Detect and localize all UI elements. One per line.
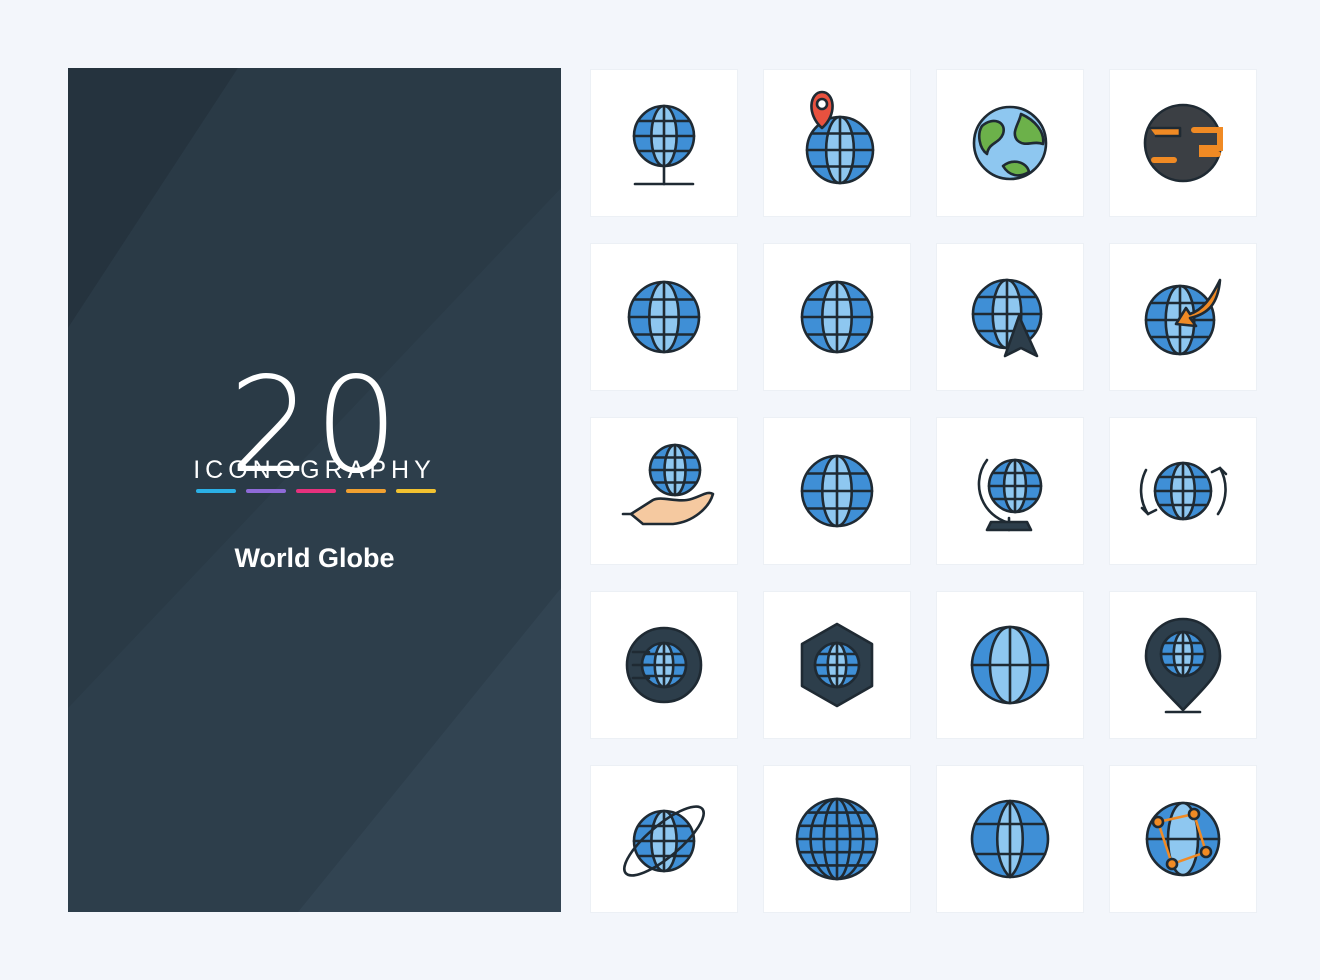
network-globe-icon [1145, 801, 1221, 877]
brand-label: ICONOGRAPHY [193, 456, 436, 484]
color-bar [396, 489, 436, 493]
meridian-globe-icon [970, 625, 1050, 705]
icon-tile[interactable] [937, 244, 1083, 390]
color-bar [346, 489, 386, 493]
earth-continents-icon [972, 105, 1048, 181]
icon-tile[interactable] [591, 766, 737, 912]
globe-hexagon-badge-icon [800, 622, 874, 708]
dense-grid-globe-icon [795, 797, 879, 881]
icon-tile[interactable] [764, 418, 910, 564]
globe-location-pin-icon [805, 90, 875, 185]
icon-tile[interactable] [937, 70, 1083, 216]
globe-map-pin-icon [1144, 617, 1222, 714]
icon-tile[interactable] [1110, 70, 1256, 216]
globe-orbit-icon [623, 805, 705, 877]
icon-tile[interactable] [591, 244, 737, 390]
globe-on-stand-icon [632, 104, 696, 186]
globe-arrow-icon [1144, 278, 1222, 356]
color-bar [296, 489, 336, 493]
icon-tile[interactable] [764, 70, 910, 216]
rotate-globe-icon [1139, 461, 1228, 521]
icon-tile[interactable] [591, 418, 737, 564]
icon-tile[interactable] [1110, 244, 1256, 390]
color-bars [196, 489, 436, 493]
icon-tile[interactable] [764, 592, 910, 738]
globe-navigation-arrow-icon [971, 278, 1043, 358]
icon-tile[interactable] [937, 592, 1083, 738]
icon-tile[interactable] [1110, 766, 1256, 912]
planet-icon [1143, 103, 1223, 183]
icon-tile[interactable] [1110, 592, 1256, 738]
color-bar [196, 489, 236, 493]
globe-in-hand-icon [621, 443, 715, 526]
icon-tile[interactable] [937, 766, 1083, 912]
icon-tile[interactable] [591, 592, 737, 738]
simple-globe-icon [970, 799, 1050, 879]
grid-globe-icon [800, 280, 874, 354]
globe-circle-badge-icon [625, 626, 703, 704]
pack-title: World Globe [234, 543, 395, 573]
icon-tile[interactable] [937, 418, 1083, 564]
icon-tile[interactable] [764, 766, 910, 912]
color-bar [246, 489, 286, 493]
icon-tile[interactable] [764, 244, 910, 390]
icon-tile[interactable] [1110, 418, 1256, 564]
icon-tile[interactable] [591, 70, 737, 216]
desk-globe-icon [977, 458, 1043, 532]
grid-globe-icon [800, 454, 874, 528]
grid-globe-icon [627, 280, 701, 354]
cover-panel: 20 ICONOGRAPHY World Globe [68, 68, 561, 912]
